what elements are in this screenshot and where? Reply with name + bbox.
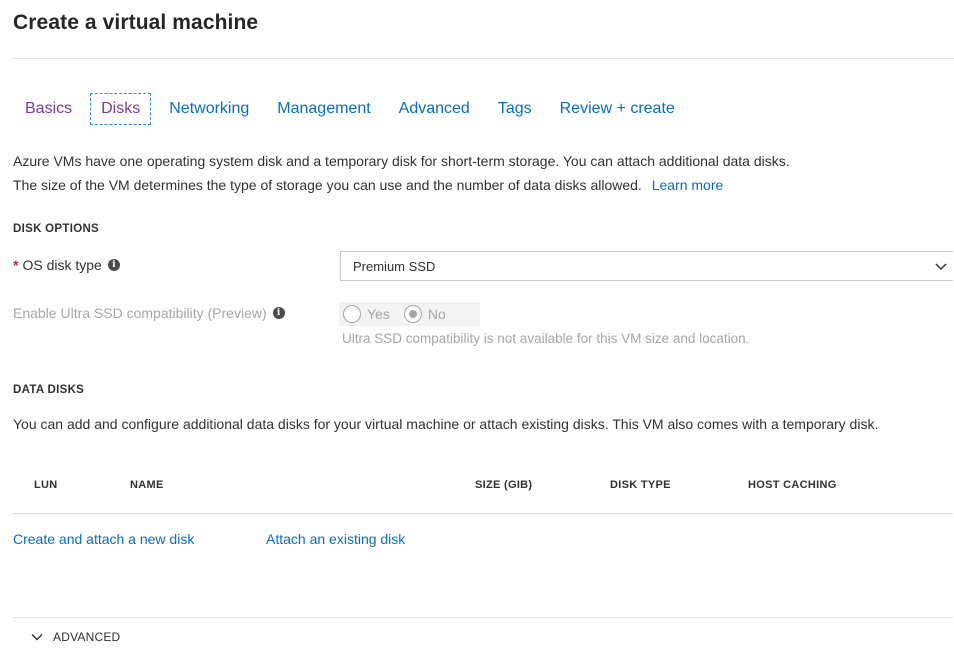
intro-line-2-text: The size of the VM determines the type o… [13, 177, 642, 193]
info-icon[interactable]: i [272, 307, 285, 319]
radio-yes-label: Yes [367, 306, 390, 322]
os-disk-type-label: * OS disk type i [13, 257, 120, 273]
column-header-disk-type[interactable]: DISK TYPE [610, 479, 671, 491]
column-header-lun[interactable]: LUN [34, 479, 58, 491]
os-disk-type-value: Premium SSD [353, 258, 436, 274]
intro-line-2: The size of the VM determines the type o… [13, 173, 953, 197]
title-divider [13, 58, 954, 59]
info-icon[interactable]: i [107, 259, 120, 271]
os-disk-type-text: OS disk type [22, 257, 102, 273]
column-header-name[interactable]: NAME [130, 479, 164, 491]
tab-networking[interactable]: Networking [159, 94, 259, 124]
required-marker: * [13, 257, 19, 273]
radio-no[interactable]: No [403, 305, 446, 323]
learn-more-link[interactable]: Learn more [652, 177, 724, 193]
radio-yes-circle [343, 305, 361, 323]
attach-existing-disk-link[interactable]: Attach an existing disk [266, 531, 405, 547]
table-divider [13, 513, 953, 514]
page-title: Create a virtual machine [13, 11, 259, 34]
ultra-ssd-radio-group: Yes No [339, 302, 480, 326]
tab-basics[interactable]: Basics [15, 94, 82, 124]
data-disks-header: DATA DISKS [13, 384, 85, 396]
column-header-host-caching[interactable]: HOST CACHING [748, 479, 837, 491]
tab-bar: Basics Disks Networking Management Advan… [15, 89, 693, 129]
intro-line-1: Azure VMs have one operating system disk… [13, 153, 790, 169]
ultra-ssd-note: Ultra SSD compatibility is not available… [342, 331, 750, 346]
chevron-down-icon [935, 263, 947, 271]
tab-disks[interactable]: Disks [90, 93, 152, 125]
data-disks-description: You can add and configure additional dat… [13, 416, 879, 432]
ultra-ssd-label: Enable Ultra SSD compatibility (Preview)… [13, 305, 285, 321]
disk-options-header: DISK OPTIONS [13, 223, 100, 235]
tab-management[interactable]: Management [267, 94, 380, 124]
radio-yes[interactable]: Yes [343, 305, 390, 323]
chevron-down-icon [31, 634, 43, 641]
advanced-toggle[interactable]: ADVANCED [31, 630, 120, 644]
os-disk-type-select[interactable]: Premium SSD [340, 251, 953, 281]
create-attach-disk-link[interactable]: Create and attach a new disk [13, 531, 194, 547]
tab-review-create[interactable]: Review + create [550, 94, 685, 124]
advanced-divider [13, 617, 953, 618]
column-header-size[interactable]: SIZE (GIB) [475, 479, 532, 491]
ultra-ssd-text: Enable Ultra SSD compatibility (Preview) [13, 305, 267, 321]
radio-no-label: No [427, 306, 446, 322]
advanced-label: ADVANCED [53, 630, 121, 644]
tab-tags[interactable]: Tags [488, 94, 542, 124]
intro-text: Azure VMs have one operating system disk… [13, 149, 953, 197]
radio-no-circle [403, 305, 422, 323]
tab-advanced[interactable]: Advanced [389, 94, 480, 124]
